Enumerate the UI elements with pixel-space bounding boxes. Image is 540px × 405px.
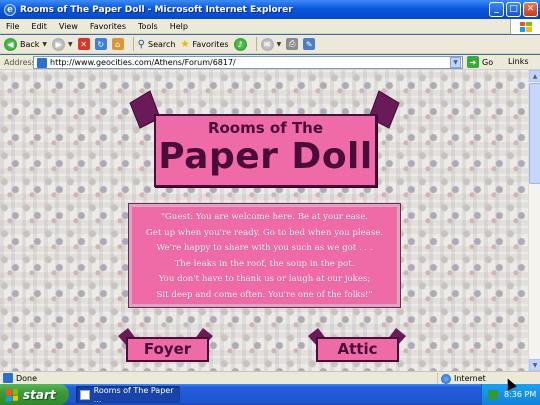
refresh-button[interactable]: ↻	[94, 38, 107, 50]
menu-tools[interactable]: Tools	[132, 22, 164, 31]
foyer-link[interactable]: Foyer	[126, 337, 209, 362]
start-button[interactable]: start	[0, 384, 69, 405]
stop-icon: ✕	[77, 38, 90, 50]
print-button[interactable]: ⎙	[286, 38, 299, 50]
links-button[interactable]: Links	[508, 57, 529, 66]
search-button[interactable]: ⚲ Search	[138, 39, 176, 50]
standard-toolbar: ◀ Back ▼ ▶ ▼ ✕ ↻ ⌂ ⚲ Search ★ Favorites …	[0, 35, 540, 54]
back-button[interactable]: ◀ Back ▼	[4, 37, 47, 51]
favorites-button[interactable]: ★ Favorites	[180, 39, 228, 50]
address-input[interactable]	[50, 57, 445, 68]
menu-view[interactable]: View	[53, 22, 84, 31]
page-done-icon	[3, 373, 13, 383]
search-icon: ⚲	[137, 38, 145, 50]
window-title-bar[interactable]: e Rooms of The Paper Doll - Microsoft In…	[0, 0, 540, 19]
mail-dropdown-icon[interactable]: ▼	[277, 41, 282, 48]
address-bar: Address ▼ ➜ Go Links	[0, 55, 540, 70]
attic-link[interactable]: Attic	[316, 337, 399, 362]
clock: 8:36 PM	[504, 390, 537, 399]
window-title: Rooms of The Paper Doll - Microsoft Inte…	[20, 4, 293, 15]
refresh-icon: ↻	[94, 38, 107, 50]
stop-button[interactable]: ✕	[77, 38, 90, 50]
vertical-scrollbar[interactable]: ▲ ▼	[528, 70, 540, 371]
page-icon	[37, 57, 47, 68]
zone-label: Internet	[454, 374, 486, 383]
mail-icon: ✉	[260, 37, 274, 51]
back-dropdown-icon[interactable]: ▼	[42, 41, 47, 48]
menu-edit[interactable]: Edit	[25, 22, 53, 31]
paper-doll-title-sign: Rooms of The Paper Doll	[154, 114, 377, 187]
scroll-up-icon[interactable]: ▲	[529, 70, 540, 82]
poem-line: Sit deep and come often. You're one of t…	[156, 289, 373, 300]
search-label: Search	[148, 39, 176, 49]
media-button[interactable]: ♪	[233, 37, 247, 51]
go-button[interactable]: ➜ Go	[467, 56, 493, 68]
edit-button[interactable]: ✎	[303, 38, 316, 50]
favorites-label: Favorites	[192, 39, 229, 49]
toolbar-separator	[132, 37, 134, 51]
taskbar: start Rooms of The Paper ... 8:36 PM	[0, 384, 540, 405]
windows-logo-icon	[510, 19, 540, 34]
mail-button[interactable]: ✉ ▼	[260, 37, 282, 51]
go-arrow-icon: ➜	[467, 56, 479, 68]
minimize-button[interactable]: _	[489, 2, 504, 17]
menu-bar: File Edit View Favorites Tools Help	[0, 19, 540, 34]
menu-favorites[interactable]: Favorites	[84, 22, 132, 31]
home-icon: ⌂	[111, 38, 124, 50]
taskbar-item-browser[interactable]: Rooms of The Paper ...	[76, 385, 180, 404]
toolbar-separator	[255, 37, 257, 51]
star-icon: ★	[180, 38, 190, 50]
address-field[interactable]	[33, 56, 463, 69]
scroll-down-icon[interactable]: ▼	[529, 359, 540, 371]
media-icon: ♪	[233, 37, 247, 51]
poem-line: "Guest: You are welcome here. Be at your…	[160, 212, 369, 222]
address-dropdown-icon[interactable]: ▼	[450, 57, 461, 68]
go-label: Go	[482, 57, 494, 67]
page-viewport: Rooms of The Paper Doll "Guest: You are …	[0, 70, 528, 371]
status-text: Done	[16, 373, 38, 383]
internet-explorer-icon: e	[4, 3, 16, 16]
status-bar: Done Internet	[0, 371, 540, 384]
forward-arrow-icon: ▶	[52, 37, 66, 51]
forward-button[interactable]: ▶ ▼	[52, 37, 73, 51]
title-small: Rooms of The	[207, 119, 324, 137]
poem-line: The leaks in the roof, the soup in the p…	[174, 258, 355, 269]
forward-dropdown-icon[interactable]: ▼	[68, 41, 73, 48]
poem-line: We're happy to share with you such as we…	[156, 243, 373, 253]
menu-help[interactable]: Help	[164, 22, 194, 31]
windows-flag-icon	[6, 387, 18, 402]
poem-line: Get up when you're ready. Go to bed when…	[145, 227, 384, 238]
start-label: start	[23, 387, 56, 402]
back-arrow-icon: ◀	[4, 37, 17, 51]
security-zone: Internet	[437, 373, 486, 384]
print-icon: ⎙	[286, 38, 299, 50]
home-button[interactable]: ⌂	[111, 38, 124, 50]
maximize-button[interactable]: □	[506, 2, 521, 17]
scroll-thumb[interactable]	[529, 83, 540, 184]
browser-window-icon	[80, 389, 90, 400]
title-large: Paper Doll	[158, 136, 373, 177]
poem-line: You don't have to thank us or laugh at o…	[158, 274, 371, 284]
menu-file[interactable]: File	[0, 22, 25, 31]
edit-icon: ✎	[303, 38, 316, 50]
tray-network-icon[interactable]	[488, 389, 498, 400]
guest-poem-panel: "Guest: You are welcome here. Be at your…	[128, 203, 401, 308]
back-label: Back	[20, 39, 40, 49]
taskbar-item-label: Rooms of The Paper ...	[93, 385, 174, 404]
close-button[interactable]: ✕	[523, 2, 538, 17]
globe-icon	[441, 373, 451, 384]
